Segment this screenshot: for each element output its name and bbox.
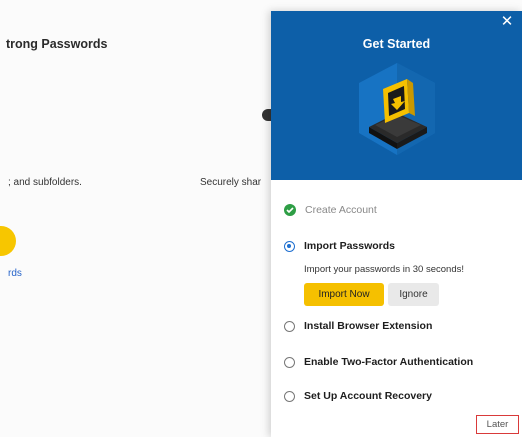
background-feature-text: ; and subfolders. — [8, 177, 82, 188]
later-button[interactable]: Later — [476, 415, 519, 434]
step-enable-two-factor[interactable]: Enable Two-Factor Authentication — [284, 356, 473, 368]
ignore-button[interactable]: Ignore — [388, 283, 439, 306]
import-now-button[interactable]: Import Now — [304, 283, 384, 306]
step-install-browser-extension[interactable]: Install Browser Extension — [284, 320, 432, 332]
step-create-account[interactable]: Create Account — [284, 204, 377, 216]
step-label: Install Browser Extension — [304, 320, 433, 332]
background-page-title: trong Passwords — [6, 37, 108, 51]
radio-icon — [284, 320, 295, 332]
background-link[interactable]: rds — [8, 268, 22, 279]
radio-selected-icon — [284, 240, 295, 252]
import-illustration — [359, 63, 435, 155]
import-description: Import your passwords in 30 seconds! — [304, 264, 464, 275]
step-label: Import Passwords — [304, 240, 396, 252]
background-yellow-circle — [0, 226, 16, 256]
step-label: Enable Two-Factor Authentication — [304, 356, 474, 368]
step-label: Set Up Account Recovery — [304, 390, 432, 402]
step-import-passwords[interactable]: Import Passwords — [284, 240, 395, 252]
step-account-recovery[interactable]: Set Up Account Recovery — [284, 390, 432, 402]
close-icon[interactable]: ✕ — [499, 14, 515, 30]
radio-icon — [284, 356, 295, 368]
radio-icon — [284, 390, 295, 402]
get-started-panel: ✕ Get Started Create Account Import Pass… — [271, 11, 522, 437]
hero-banner: ✕ Get Started — [271, 11, 522, 180]
panel-title: Get Started — [362, 37, 431, 51]
step-label: Create Account — [305, 204, 377, 216]
checkmark-icon — [284, 204, 296, 216]
background-feature-text-2: Securely shar — [200, 177, 262, 188]
